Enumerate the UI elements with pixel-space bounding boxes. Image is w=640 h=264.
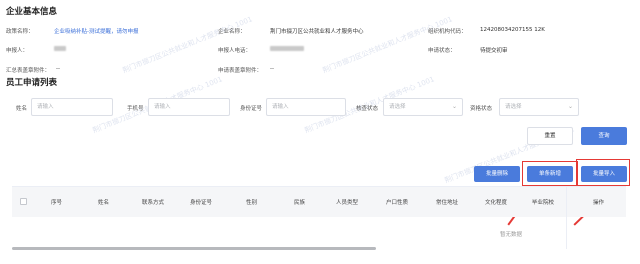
table-header: 序号 姓名 联系方式 身份证号 性别 民族 人员类型 户口性质 常住地址 文化程… <box>12 187 626 217</box>
company-value: 荆门市掇刀区公共就业和人才服务中心 <box>270 29 364 35</box>
column-header: 姓名 <box>98 200 110 206</box>
column-header: 民族 <box>294 200 306 206</box>
watermark: 荆门市掇刀区公共就业和人才服务中心 1001 <box>321 15 454 75</box>
idcard-filter-label: 身份证号 <box>240 106 263 112</box>
empty-state-text: 暂无数据 <box>500 232 523 238</box>
highlight-box-single-add <box>522 161 578 186</box>
audit-status-placeholder: 请选择 <box>389 104 406 110</box>
phone-input-placeholder: 请输入 <box>154 104 171 110</box>
column-header: 身份证号 <box>190 200 213 206</box>
column-header-actions: 操作 <box>593 200 605 206</box>
status-value: 待提交初审 <box>480 48 508 54</box>
column-header: 文化程度 <box>485 200 508 206</box>
column-header: 序号 <box>51 200 63 206</box>
status-label: 申请状态： <box>428 48 456 54</box>
section-title-employee-list: 员工申请列表 <box>6 78 58 88</box>
column-header: 联系方式 <box>142 200 165 206</box>
highlight-box-batch-import <box>576 159 630 186</box>
org-code-label: 组织机构代码： <box>428 29 467 35</box>
idcard-input-placeholder: 请输入 <box>272 104 289 110</box>
phone-input[interactable]: 请输入 <box>148 98 230 116</box>
column-header: 人员类型 <box>336 200 359 206</box>
column-header: 常住地址 <box>436 200 459 206</box>
audit-status-select[interactable]: 请选择 ⌄ <box>383 98 463 116</box>
company-label: 企业名称： <box>218 29 246 35</box>
eligibility-status-placeholder: 请选择 <box>505 104 522 110</box>
section-title-company-info: 企业基本信息 <box>6 7 58 17</box>
apply-attach-label: 申请表盖章附件： <box>218 68 263 74</box>
chevron-down-icon: ⌄ <box>567 103 573 110</box>
fixed-action-column: 操作 <box>566 187 626 249</box>
policy-label: 政策名称： <box>6 29 34 35</box>
name-filter-label: 姓名 <box>16 106 28 112</box>
name-input-placeholder: 请输入 <box>37 104 54 110</box>
search-button[interactable]: 查询 <box>581 127 627 145</box>
batch-delete-button[interactable]: 批量删除 <box>474 166 520 182</box>
select-all-checkbox[interactable] <box>20 198 27 205</box>
column-header: 毕业院校 <box>532 200 555 206</box>
column-header: 户口性质 <box>386 200 409 206</box>
chevron-down-icon: ⌄ <box>451 103 457 110</box>
eligibility-status-select[interactable]: 请选择 ⌄ <box>499 98 579 116</box>
phone-filter-label: 手机号 <box>127 106 144 112</box>
horizontal-scrollbar[interactable] <box>12 247 376 250</box>
apply-attach-value: -- <box>270 66 274 72</box>
org-code-value: 124208034207155 12K <box>480 27 545 33</box>
phone-value-redacted <box>270 46 304 52</box>
phone-label: 申报人电话： <box>218 48 252 54</box>
eligibility-status-label: 资格状态 <box>470 106 493 112</box>
summary-attach-label: 汇总表盖章附件： <box>6 68 51 74</box>
name-input[interactable]: 请输入 <box>31 98 113 116</box>
policy-link[interactable]: 企业吸纳补贴-测试提醒，请勿申报 <box>54 27 139 35</box>
applicant-value-redacted <box>54 46 66 52</box>
audit-status-label: 核查状态 <box>356 106 379 112</box>
reset-button[interactable]: 重置 <box>527 127 573 145</box>
summary-attach-value: -- <box>56 66 60 72</box>
applicant-label: 申报人： <box>6 48 29 54</box>
employee-table: 序号 姓名 联系方式 身份证号 性别 民族 人员类型 户口性质 常住地址 文化程… <box>12 186 626 250</box>
idcard-input[interactable]: 请输入 <box>266 98 346 116</box>
column-header: 性别 <box>246 200 258 206</box>
